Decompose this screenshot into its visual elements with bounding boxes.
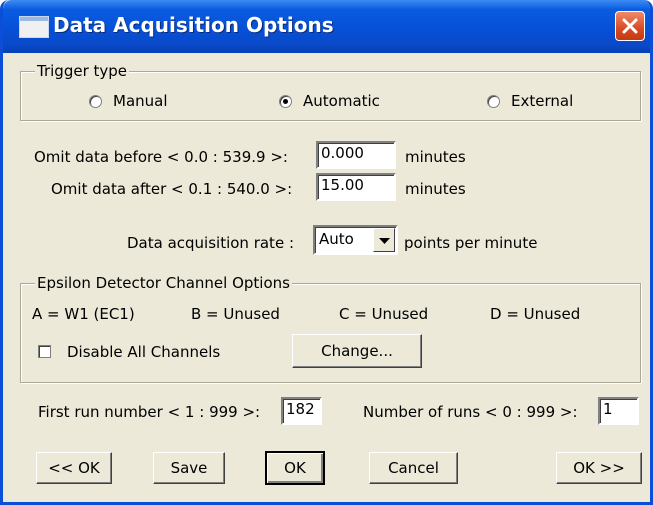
trigger-type-legend: Trigger type [35, 62, 130, 80]
rate-label: Data acquisition rate : [127, 234, 294, 252]
omit-before-input[interactable]: 0.000 [316, 141, 396, 169]
omit-before-label: Omit data before < 0.0 : 539.9 >: [34, 148, 288, 166]
omit-after-label: Omit data after < 0.1 : 540.0 >: [51, 180, 293, 198]
channel-c: C = Unused [339, 305, 429, 323]
omit-after-input[interactable]: 15.00 [316, 173, 396, 201]
first-run-input[interactable]: 182 [281, 397, 322, 425]
disable-all-channels-checkbox[interactable] [38, 345, 51, 358]
radio-selected-dot [283, 99, 288, 104]
window-icon [19, 16, 49, 38]
number-of-runs-input[interactable]: 1 [598, 397, 639, 425]
data-acquisition-dialog: Data Acquisition Options Trigger type Ma… [0, 0, 653, 505]
rate-dropdown-value: Auto [319, 230, 354, 248]
radio-automatic-circle[interactable] [279, 95, 292, 108]
ok-button[interactable]: OK [265, 451, 325, 485]
omit-after-unit: minutes [405, 180, 466, 198]
epsilon-channel-group [20, 283, 641, 383]
cancel-button[interactable]: Cancel [369, 452, 458, 484]
rate-unit: points per minute [404, 234, 538, 252]
rate-dropdown[interactable]: Auto [313, 225, 398, 255]
chevron-down-icon [379, 238, 390, 244]
first-run-label: First run number < 1 : 999 >: [38, 403, 261, 421]
radio-automatic-label[interactable]: Automatic [303, 92, 380, 110]
radio-manual-label[interactable]: Manual [113, 92, 168, 110]
omit-before-unit: minutes [405, 148, 466, 166]
channel-b: B = Unused [191, 305, 280, 323]
change-button[interactable]: Change... [292, 334, 422, 368]
close-button[interactable] [615, 11, 645, 41]
number-of-runs-label: Number of runs < 0 : 999 >: [363, 403, 578, 421]
radio-external-circle[interactable] [487, 95, 500, 108]
radio-external-label[interactable]: External [511, 92, 573, 110]
rate-dropdown-button[interactable] [373, 228, 395, 252]
close-icon [622, 18, 638, 34]
save-button[interactable]: Save [153, 452, 225, 484]
channel-d: D = Unused [490, 305, 581, 323]
disable-all-channels-label[interactable]: Disable All Channels [67, 343, 220, 361]
window-title: Data Acquisition Options [53, 13, 334, 37]
channel-a: A = W1 (EC1) [32, 305, 135, 323]
title-bar: Data Acquisition Options [3, 0, 650, 53]
next-ok-button[interactable]: OK >> [556, 452, 642, 484]
radio-manual-circle[interactable] [89, 95, 102, 108]
epsilon-channel-legend: Epsilon Detector Channel Options [35, 274, 292, 292]
previous-ok-button[interactable]: << OK [36, 452, 112, 484]
